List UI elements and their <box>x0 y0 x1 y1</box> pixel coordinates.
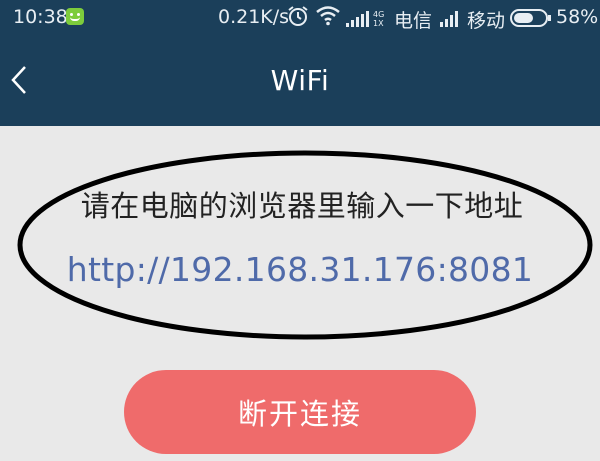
svg-text:4G: 4G <box>373 10 384 19</box>
network-speed: 0.21K/s <box>218 6 290 28</box>
instruction-text: 请在电脑的浏览器里输入一下地址 <box>80 189 524 223</box>
android-app-icon <box>66 8 84 25</box>
carrier-2-label: 移动 <box>467 10 506 32</box>
svg-text:1X: 1X <box>373 19 384 27</box>
alarm-clock-icon <box>288 6 308 26</box>
title-bar: WiFi <box>0 34 600 126</box>
cell-signal-4g-icon: 4G 1X <box>346 10 384 27</box>
disconnect-button[interactable]: 断开连接 <box>124 370 476 454</box>
screen: 10:38 0.21K/s 4G 1X 电信 移动 58% WiFi 请在电脑的… <box>0 0 600 461</box>
page-title: WiFi <box>270 64 330 97</box>
wifi-icon <box>316 6 340 26</box>
status-time: 10:38 <box>13 6 68 28</box>
battery-level: 58% <box>556 6 599 28</box>
cell-signal-icon <box>440 11 458 27</box>
carrier-1-label: 电信 <box>394 10 433 32</box>
battery-icon <box>510 9 551 27</box>
status-bar: 10:38 0.21K/s 4G 1X 电信 移动 58% <box>0 0 600 34</box>
server-url: http://192.168.31.176:8081 <box>66 250 534 289</box>
